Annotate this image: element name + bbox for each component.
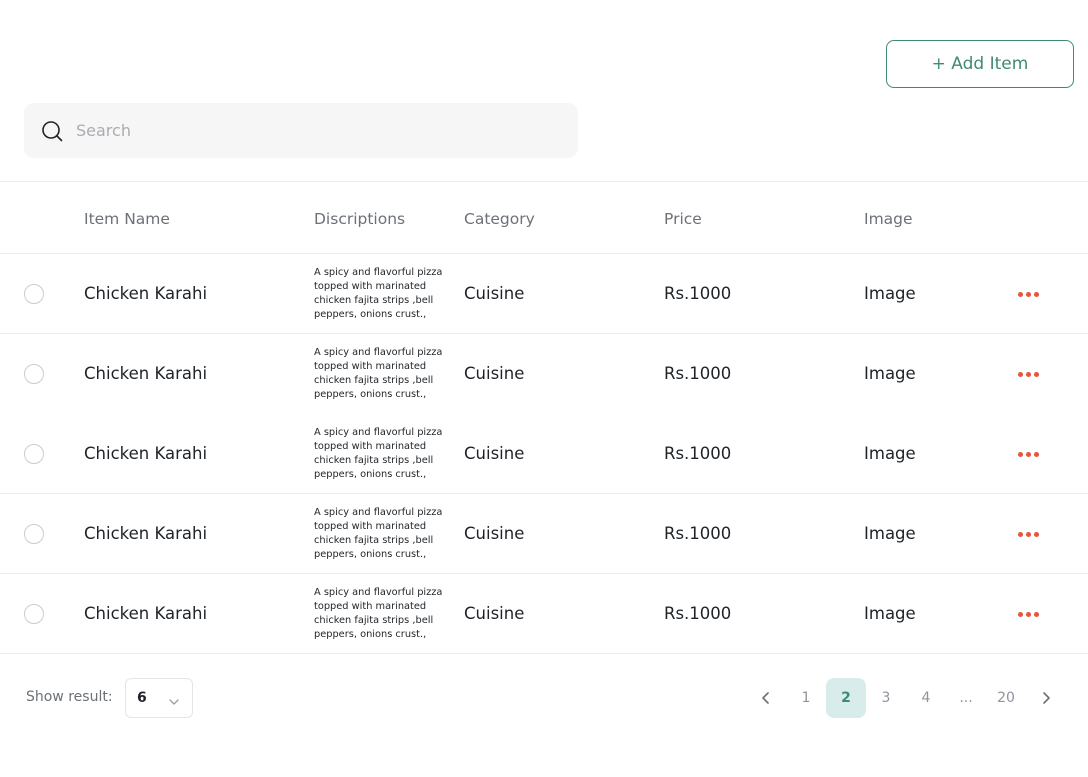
table-row[interactable]: Chicken Karahi A spicy and flavorful piz…: [0, 574, 1088, 654]
row-select-radio[interactable]: [24, 524, 44, 544]
row-select-radio[interactable]: [24, 444, 44, 464]
item-name-cell: Chicken Karahi: [84, 524, 208, 543]
description-cell: A spicy and flavorful pizza topped with …: [314, 347, 443, 400]
more-horizontal-icon[interactable]: [1018, 612, 1039, 617]
category-cell: Cuisine: [464, 524, 525, 543]
chevron-right-icon[interactable]: [1026, 678, 1066, 718]
add-item-button[interactable]: + Add Item: [886, 40, 1074, 88]
more-horizontal-icon[interactable]: [1018, 372, 1039, 377]
search-icon: [40, 119, 64, 143]
price-cell: Rs.1000: [664, 444, 732, 463]
category-cell: Cuisine: [464, 284, 525, 303]
header-price[interactable]: Price: [664, 210, 702, 228]
chevron-down-icon: [168, 693, 180, 712]
chevron-left-icon[interactable]: [746, 678, 786, 718]
table-row[interactable]: Chicken Karahi A spicy and flavorful piz…: [0, 494, 1088, 574]
image-cell[interactable]: Image: [864, 284, 916, 303]
description-cell: A spicy and flavorful pizza topped with …: [314, 427, 443, 480]
header-item-name[interactable]: Item Name: [84, 210, 170, 228]
search-input[interactable]: [76, 121, 536, 140]
page-4-button[interactable]: 4: [906, 678, 946, 718]
pagination: 1 2 3 4 ... 20: [746, 678, 1066, 718]
table-row[interactable]: Chicken Karahi A spicy and flavorful piz…: [0, 414, 1088, 494]
price-cell: Rs.1000: [664, 284, 732, 303]
header-descriptions[interactable]: Discriptions: [314, 210, 405, 228]
image-cell[interactable]: Image: [864, 364, 916, 383]
table-row[interactable]: Chicken Karahi A spicy and flavorful piz…: [0, 254, 1088, 334]
price-cell: Rs.1000: [664, 524, 732, 543]
row-select-radio[interactable]: [24, 604, 44, 624]
item-name-cell: Chicken Karahi: [84, 444, 208, 463]
page-size-select[interactable]: 6: [125, 678, 193, 718]
category-cell: Cuisine: [464, 604, 525, 623]
header-category[interactable]: Category: [464, 210, 535, 228]
category-cell: Cuisine: [464, 364, 525, 383]
description-cell: A spicy and flavorful pizza topped with …: [314, 587, 443, 640]
page-2-button[interactable]: 2: [826, 678, 866, 718]
page-20-button[interactable]: 20: [986, 678, 1026, 718]
page-3-button[interactable]: 3: [866, 678, 906, 718]
category-cell: Cuisine: [464, 444, 525, 463]
more-horizontal-icon[interactable]: [1018, 532, 1039, 537]
description-cell: A spicy and flavorful pizza topped with …: [314, 267, 443, 320]
price-cell: Rs.1000: [664, 604, 732, 623]
item-name-cell: Chicken Karahi: [84, 284, 208, 303]
table-row[interactable]: Chicken Karahi A spicy and flavorful piz…: [0, 334, 1088, 414]
page-ellipsis: ...: [959, 690, 973, 706]
page-1-button[interactable]: 1: [786, 678, 826, 718]
show-result-label: Show result:: [26, 689, 113, 705]
item-name-cell: Chicken Karahi: [84, 364, 208, 383]
row-select-radio[interactable]: [24, 364, 44, 384]
item-name-cell: Chicken Karahi: [84, 604, 208, 623]
page-size-value: 6: [137, 690, 147, 706]
more-horizontal-icon[interactable]: [1018, 292, 1039, 297]
search-box[interactable]: [24, 103, 578, 158]
image-cell[interactable]: Image: [864, 524, 916, 543]
header-image[interactable]: Image: [864, 210, 913, 228]
more-horizontal-icon[interactable]: [1018, 452, 1039, 457]
row-select-radio[interactable]: [24, 284, 44, 304]
description-cell: A spicy and flavorful pizza topped with …: [314, 507, 443, 560]
image-cell[interactable]: Image: [864, 444, 916, 463]
table-header: Item Name Discriptions Category Price Im…: [0, 181, 1088, 254]
price-cell: Rs.1000: [664, 364, 732, 383]
image-cell[interactable]: Image: [864, 604, 916, 623]
